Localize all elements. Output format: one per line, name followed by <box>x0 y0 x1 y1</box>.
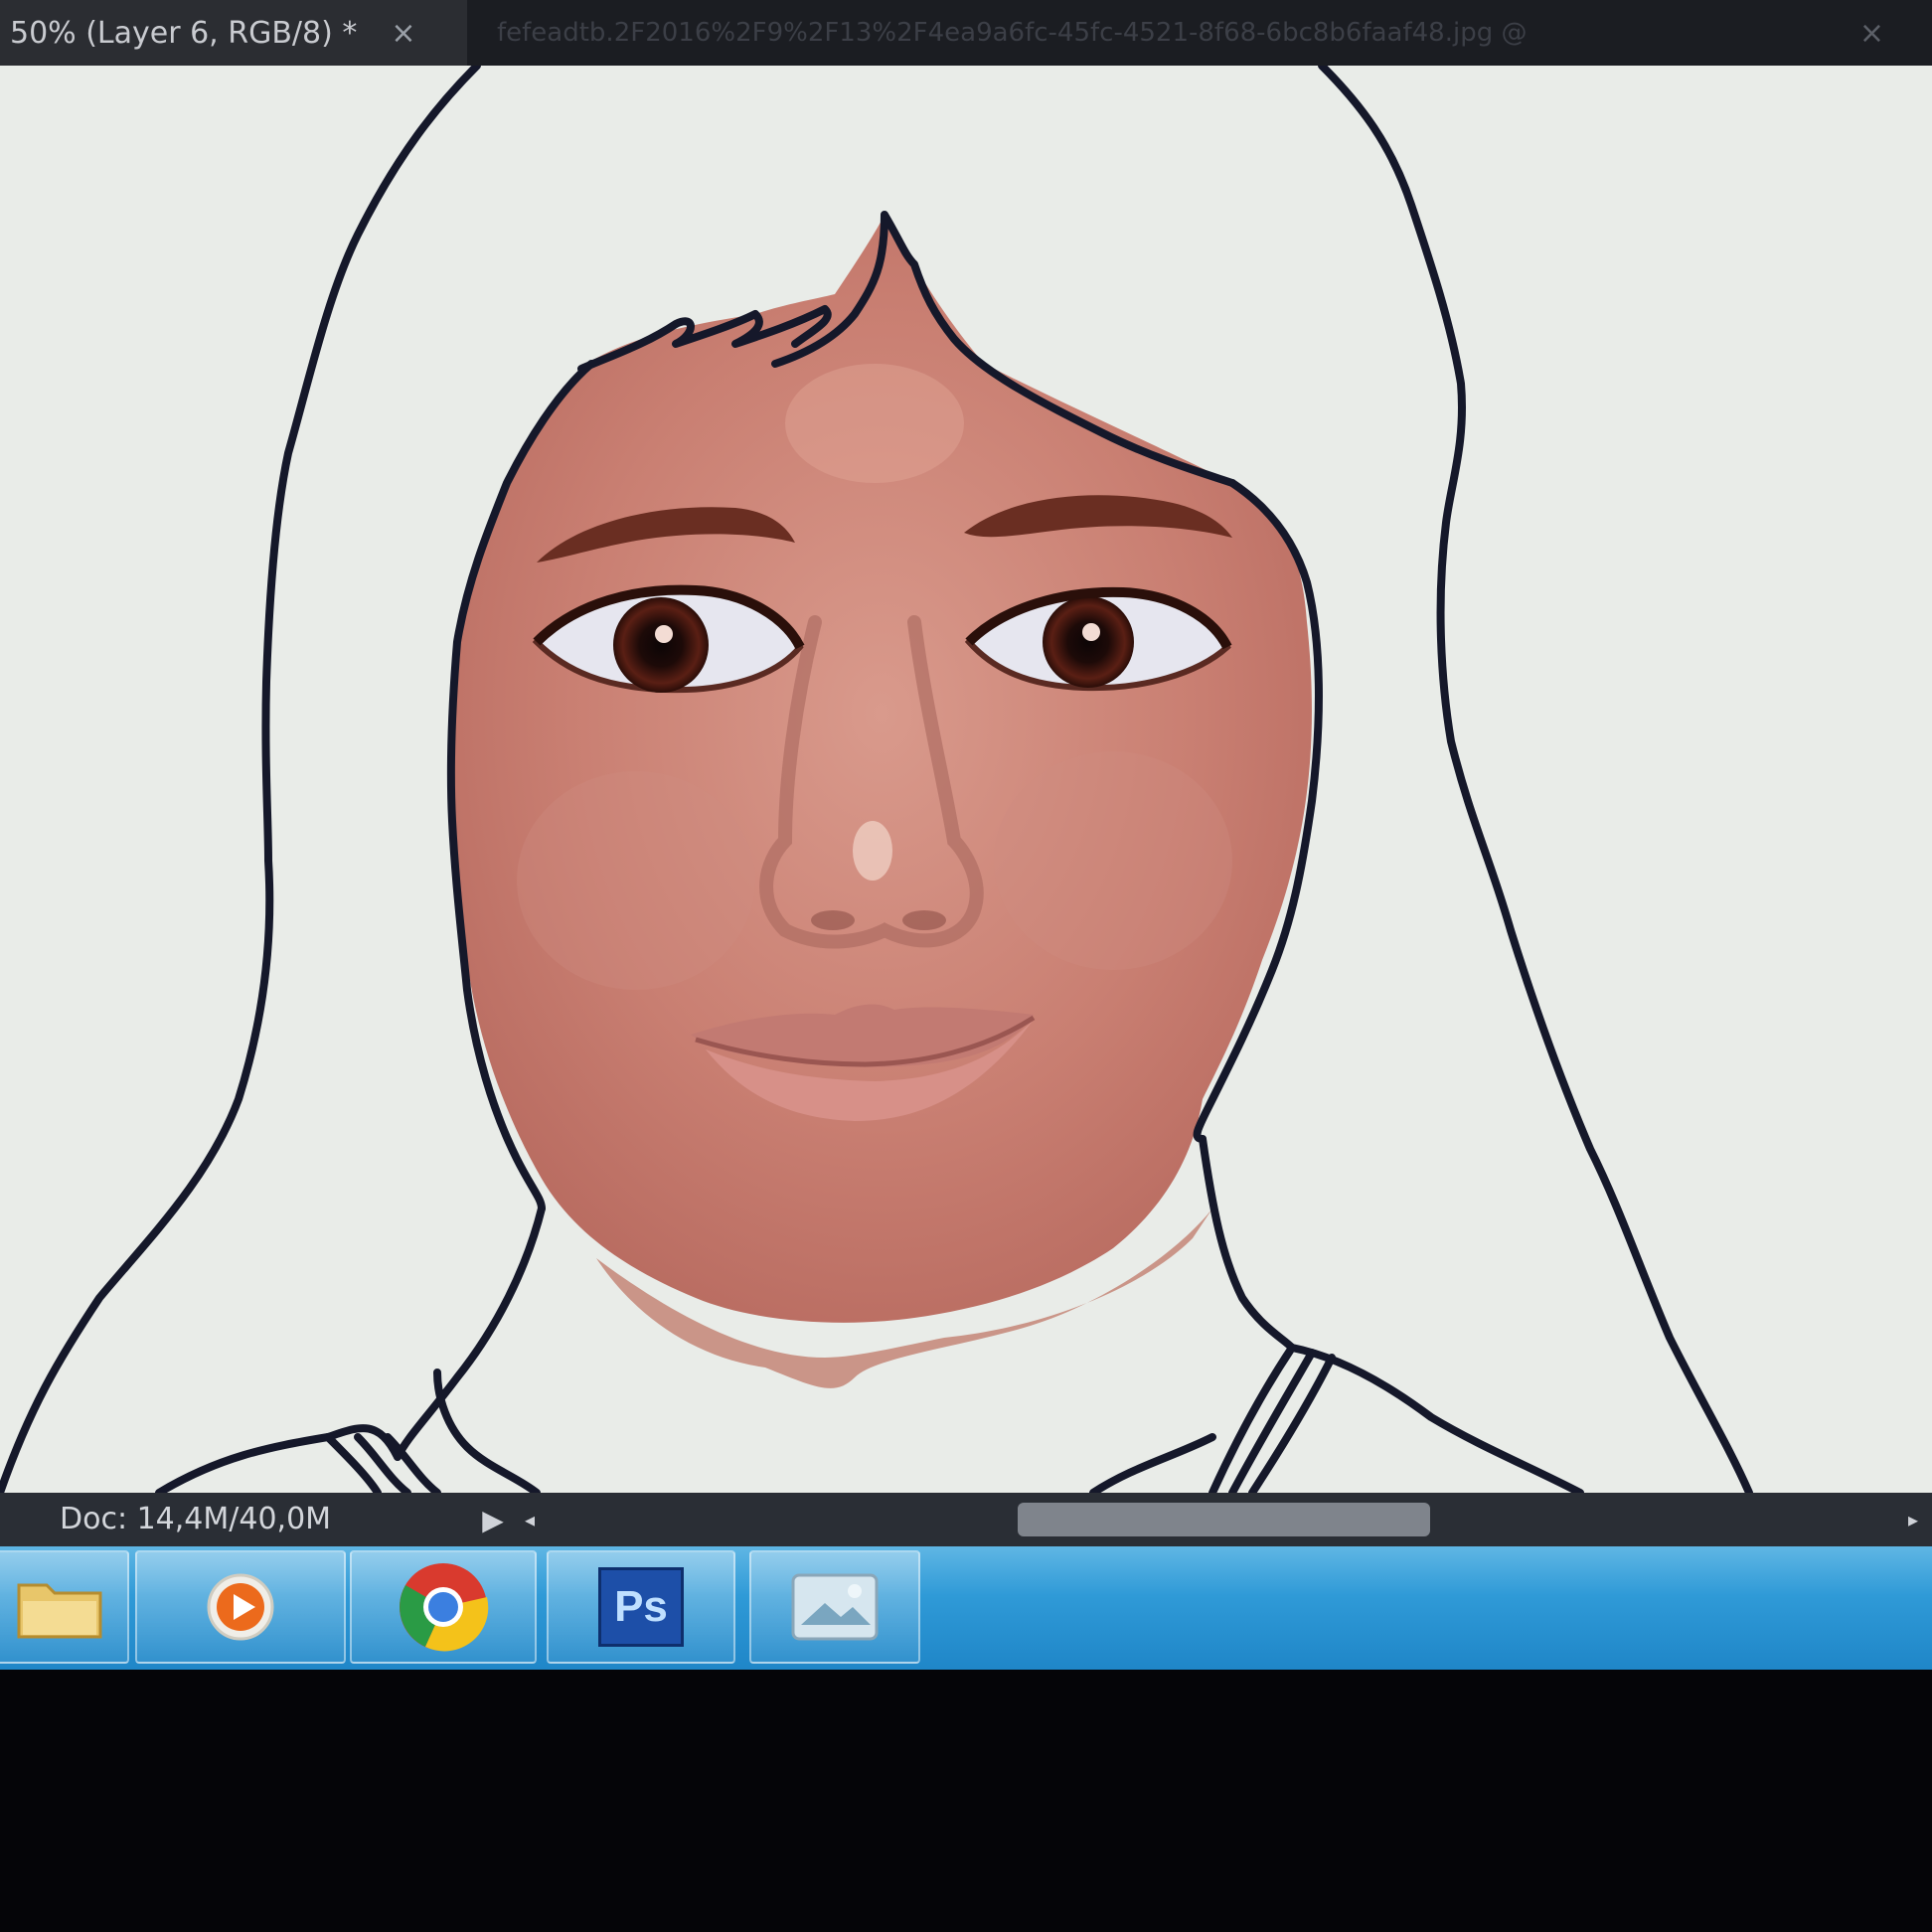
photoshop-icon-label: Ps <box>614 1582 668 1631</box>
nostril <box>811 910 855 930</box>
taskbar-chrome[interactable] <box>350 1550 537 1664</box>
nostril <box>902 910 946 930</box>
scroll-right-icon[interactable]: ▸ <box>1908 1501 1928 1538</box>
status-menu-arrow-icon[interactable]: ▶ <box>473 1501 513 1538</box>
horizontal-scrollbar-thumb[interactable] <box>1018 1503 1430 1536</box>
folder-icon <box>17 1583 102 1639</box>
close-icon[interactable]: × <box>391 16 415 51</box>
forehead-highlight <box>785 364 964 483</box>
photo-viewer-icon <box>791 1573 879 1641</box>
drawing-artwork <box>0 66 1753 1493</box>
chrome-icon <box>400 1563 489 1652</box>
windows-taskbar: Ps <box>0 1546 1932 1670</box>
document-tab-label: 50% (Layer 6, RGB/8) * <box>10 15 358 51</box>
taskbar-photoshop[interactable]: Ps <box>547 1550 735 1664</box>
eye-highlight <box>1082 623 1100 641</box>
iris-right <box>1043 596 1134 688</box>
eye-highlight <box>655 625 673 643</box>
cheek-highlight <box>517 771 755 990</box>
taskbar-photo-viewer[interactable] <box>749 1550 920 1664</box>
document-tab-inactive[interactable]: fefeadtb.2F2016%2F9%2F13%2F4ea9a6fc-45fc… <box>467 0 1932 66</box>
cheek-highlight <box>994 751 1232 970</box>
document-tab-bar: 50% (Layer 6, RGB/8) * × fefeadtb.2F2016… <box>0 0 1932 66</box>
document-size-info[interactable]: Doc: 14,4M/40,0M <box>60 1493 331 1546</box>
taskbar-file-explorer[interactable] <box>0 1550 129 1664</box>
scroll-left-icon[interactable]: ◂ <box>525 1501 545 1538</box>
close-icon[interactable]: × <box>1859 16 1884 51</box>
photoshop-icon: Ps <box>598 1567 684 1647</box>
document-tab-active[interactable]: 50% (Layer 6, RGB/8) * × <box>0 0 467 66</box>
status-bar: Doc: 14,4M/40,0M ▶ ◂ ▸ <box>0 1493 1932 1546</box>
nose-highlight <box>853 821 892 881</box>
monitor-bezel <box>0 1670 1932 1932</box>
iris-left <box>613 597 709 693</box>
taskbar-media-player[interactable] <box>135 1550 346 1664</box>
document-tab-label: fefeadtb.2F2016%2F9%2F13%2F4ea9a6fc-45fc… <box>497 18 1528 48</box>
media-player-icon <box>207 1573 274 1641</box>
image-canvas[interactable] <box>0 66 1932 1493</box>
